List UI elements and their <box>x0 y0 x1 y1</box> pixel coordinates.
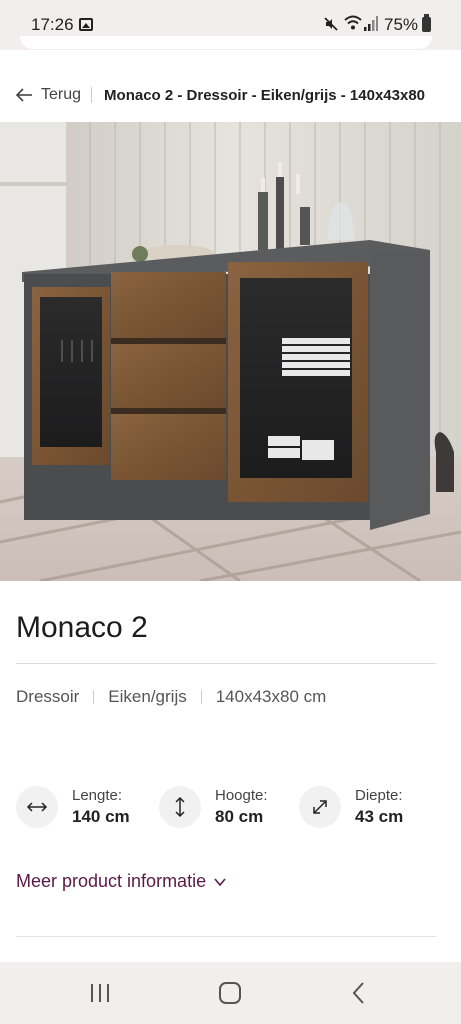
breadcrumb: Terug Monaco 2 - Dressoir - Eiken/grijs … <box>0 70 461 120</box>
back-link[interactable]: Terug <box>41 86 81 104</box>
dimension-label: Hoogte: <box>215 787 268 804</box>
product-image-carousel[interactable] <box>0 122 461 581</box>
dimension-height: Hoogte: 80 cm <box>159 786 268 828</box>
diagonal-arrows-icon <box>299 786 341 828</box>
product-dimensions: Lengte: 140 cm Hoogte: 80 cm Diepte: 43 … <box>16 786 446 846</box>
gallery-icon <box>79 18 93 31</box>
product-specs: Dressoir Eiken/grijs 140x43x80 cm <box>16 687 326 707</box>
divider <box>16 936 436 937</box>
dimension-label: Lengte: <box>72 787 123 804</box>
signal-icon <box>364 16 378 31</box>
breadcrumb-title: Monaco 2 - Dressoir - Eiken/grijs - 140x… <box>104 86 426 104</box>
system-nav-bar <box>0 962 461 1024</box>
breadcrumb-divider <box>91 87 93 103</box>
product-photo <box>0 122 461 581</box>
vertical-arrows-icon <box>159 786 201 828</box>
dimension-value: 80 cm <box>215 807 264 826</box>
spec-color: Eiken/grijs <box>108 687 187 706</box>
spec-size: 140x43x80 cm <box>215 687 327 706</box>
back-arrow-icon[interactable] <box>15 88 33 102</box>
dimension-label: Diepte: <box>355 787 403 804</box>
back-icon[interactable] <box>346 980 374 1006</box>
dimension-depth: Diepte: 43 cm <box>299 786 403 828</box>
horizontal-arrows-icon <box>16 786 58 828</box>
spec-divider <box>93 690 95 704</box>
search-bar-edge <box>20 36 432 49</box>
battery-level: 75% <box>384 15 419 34</box>
spec-divider <box>200 690 202 704</box>
recent-apps-icon[interactable] <box>86 980 114 1006</box>
status-time: 17:26 <box>31 15 74 34</box>
more-info-label: Meer product informatie <box>16 871 207 891</box>
spec-type: Dressoir <box>16 687 80 706</box>
more-product-info-toggle[interactable]: Meer product informatie <box>16 871 226 892</box>
chevron-down-icon <box>214 877 226 886</box>
mute-icon <box>324 17 338 31</box>
battery-icon <box>422 14 431 32</box>
dimension-length: Lengte: 140 cm <box>16 786 130 828</box>
dimension-value: 140 cm <box>72 807 130 826</box>
product-title: Monaco 2 <box>16 611 148 644</box>
home-icon[interactable] <box>216 980 244 1006</box>
dimension-value: 43 cm <box>355 807 404 826</box>
wifi-icon <box>344 15 362 30</box>
divider <box>16 663 436 664</box>
